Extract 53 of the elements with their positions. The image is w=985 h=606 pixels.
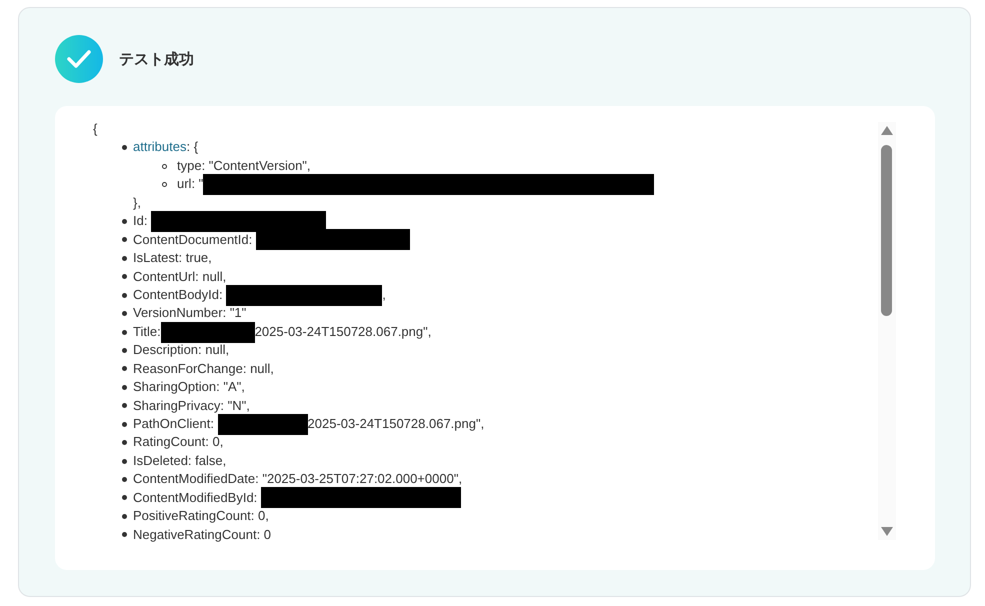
bullet-icon (122, 145, 127, 150)
bullet-icon (122, 477, 127, 482)
bullet-icon (162, 182, 167, 188)
code-text: }, (133, 194, 141, 210)
bullet-icon (162, 164, 167, 169)
code-text: SharingPrivacy: "N", (133, 396, 250, 415)
bullet-icon (122, 330, 127, 335)
bullet-icon (122, 532, 127, 538)
bullet-icon (122, 403, 127, 408)
code-text: 2025-03-24T150728.067.png", (254, 322, 432, 341)
code-text: IsDeleted: false, (133, 452, 226, 470)
code-text: PositiveRatingCount: 0, (133, 507, 269, 526)
bullet-icon (122, 292, 127, 298)
bullet-icon (122, 514, 127, 519)
code-text: Description: null, (133, 341, 230, 360)
bullet-icon (122, 366, 127, 372)
code-text: VersionNumber: "1" (133, 304, 246, 322)
scroll-down-arrow-icon[interactable] (881, 527, 893, 536)
status-title: テスト成功 (119, 48, 194, 70)
code-text: IsLatest: true, (133, 249, 212, 268)
bullet-icon (122, 237, 127, 242)
scrollbar-track[interactable] (878, 122, 896, 540)
code-text: type: "ContentVersion", (177, 156, 311, 175)
code-text: ContentModifiedById: (133, 488, 258, 507)
code-text: Id: (133, 212, 148, 230)
code-text: NegativeRatingCount: 0 (133, 526, 272, 544)
bullet-icon (122, 348, 127, 353)
code-text: PathOnClient: (133, 415, 215, 434)
bullet-icon (122, 458, 127, 464)
bullet-icon (122, 440, 127, 446)
code-text: ReasonForChange: null, (133, 360, 274, 378)
code-text: 2025-03-24T150728.067.png", (308, 415, 484, 434)
bullet-icon (122, 422, 127, 427)
object-key[interactable]: attributes (133, 138, 186, 157)
code-text: SharingOption: "A", (133, 378, 245, 396)
bullet-icon (122, 311, 127, 316)
code-text: Title: (133, 322, 161, 341)
code-text: ContentBodyId: (133, 286, 224, 304)
code-text: ContentModifiedDate: "2025-03-25T07:27:02.000+0000", (133, 470, 462, 488)
scroll-up-arrow-icon[interactable] (881, 126, 893, 135)
bullet-icon (122, 256, 127, 261)
bullet-icon (122, 274, 127, 280)
code-text: url: " (177, 175, 204, 194)
code-text: ContentUrl: null, (133, 268, 226, 286)
code-text: : { (186, 138, 198, 156)
scrollbar-thumb[interactable] (881, 145, 892, 316)
code-text: { (93, 121, 98, 136)
bullet-icon (122, 384, 127, 390)
code-text: , (382, 286, 386, 304)
bullet-icon (122, 218, 127, 224)
code-text: ContentDocumentId: (133, 230, 254, 249)
code-text: RatingCount: 0, (133, 433, 224, 452)
bullet-icon (122, 495, 127, 500)
